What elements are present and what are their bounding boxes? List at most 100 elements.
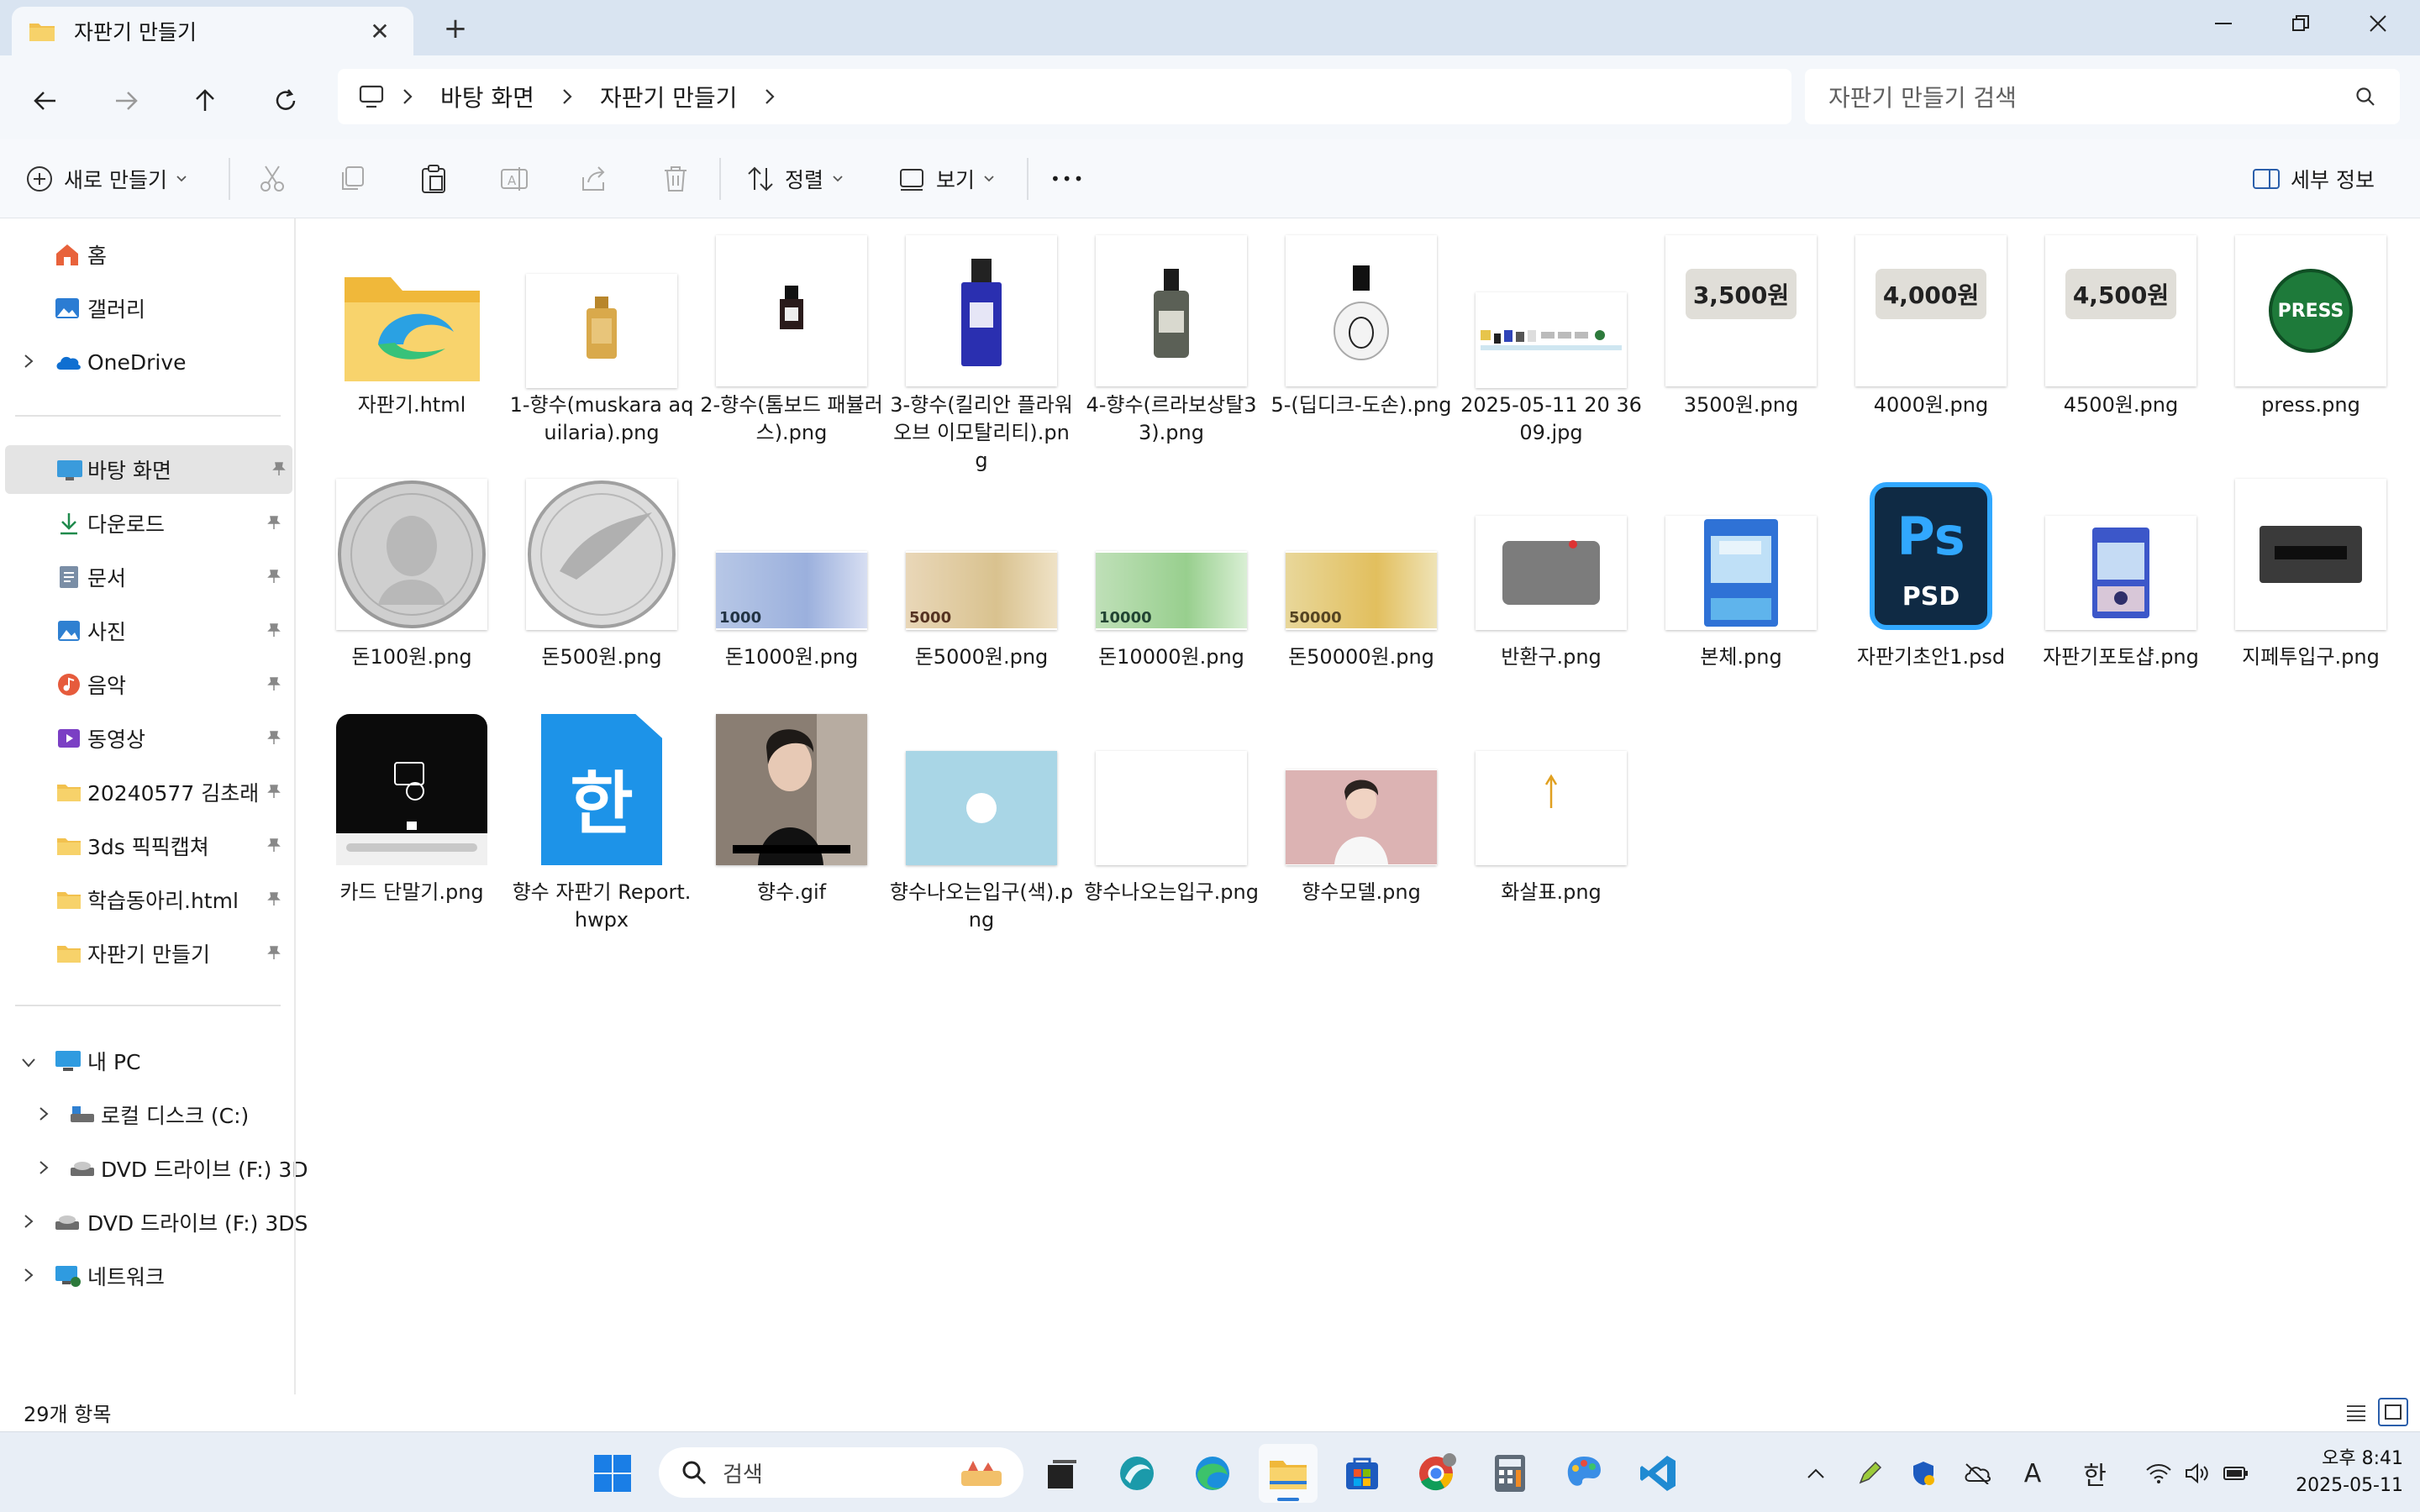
copilot-app[interactable]	[1107, 1444, 1166, 1503]
taskbar-clock[interactable]: 오후 8:41 2025-05-11	[2269, 1446, 2403, 1499]
tray-pen-icon[interactable]	[1852, 1456, 1887, 1491]
file-item[interactable]: 4-향수(르라보상탈33).png	[1079, 227, 1264, 454]
sidebar-item-dvd-3d[interactable]: DVD 드라이브 (F:) 3D	[0, 1144, 308, 1193]
file-item[interactable]: 화살표.png	[1459, 714, 1644, 941]
file-item[interactable]: PRESS press.png	[2218, 227, 2403, 454]
vscode-app[interactable]	[1628, 1444, 1687, 1503]
file-item[interactable]: 2-향수(톰보드 패뷸러스).png	[699, 227, 884, 454]
up-button[interactable]	[183, 79, 227, 123]
task-view-button[interactable]	[1030, 1444, 1089, 1503]
chevron-right-icon[interactable]	[23, 1213, 34, 1230]
file-item[interactable]: 반환구.png	[1459, 479, 1644, 706]
chrome-app[interactable]	[1407, 1444, 1465, 1503]
sidebar-item-gallery[interactable]: 갤러리	[0, 284, 296, 333]
tray-wifi-icon[interactable]	[2141, 1456, 2176, 1491]
sidebar-item-folder-kimchorae[interactable]: 20240577 김초래	[0, 768, 296, 816]
pane-splitter[interactable]	[294, 218, 296, 1428]
tray-volume-icon[interactable]	[2180, 1456, 2215, 1491]
new-button[interactable]: 새로 만들기	[25, 158, 187, 200]
new-tab-button[interactable]: +	[439, 12, 472, 45]
file-item[interactable]: 5-(딥디크-도손).png	[1269, 227, 1454, 454]
chevron-down-icon[interactable]	[20, 1057, 37, 1068]
search-input[interactable]: 자판기 만들기 검색	[1805, 69, 2400, 124]
file-item[interactable]: 돈100원.png	[319, 479, 504, 706]
forward-button[interactable]	[104, 79, 148, 123]
back-button[interactable]	[24, 79, 67, 123]
file-item[interactable]: 4,500원 4500원.png	[2028, 227, 2213, 454]
rename-button[interactable]: A	[499, 158, 529, 200]
minimize-button[interactable]	[2185, 0, 2262, 47]
file-item[interactable]: 1000 돈1000원.png	[699, 479, 884, 706]
store-app[interactable]	[1333, 1444, 1392, 1503]
file-item[interactable]: 3-향수(킬리안 플라워 오브 이모탈리티).png	[889, 227, 1074, 472]
details-pane-button[interactable]: 세부 정보	[2252, 158, 2383, 200]
chevron-right-icon[interactable]	[23, 1267, 34, 1284]
tray-security-icon[interactable]	[1906, 1456, 1941, 1491]
sidebar-item-dvd-3ds[interactable]: DVD 드라이브 (F:) 3DS	[0, 1198, 308, 1247]
sidebar-item-music[interactable]: 음악	[0, 660, 296, 709]
chevron-right-icon[interactable]	[23, 353, 34, 370]
file-item[interactable]: 2025-05-11 20 36 09.jpg	[1459, 227, 1644, 454]
ime-mode-a[interactable]: A	[2015, 1456, 2050, 1491]
refresh-button[interactable]	[264, 79, 308, 123]
sort-button[interactable]: 정렬	[746, 158, 844, 200]
show-hidden-icons-button[interactable]	[1798, 1456, 1833, 1491]
sidebar-item-folder-vending[interactable]: 자판기 만들기	[0, 929, 296, 978]
file-item[interactable]: 4,000원 4000원.png	[1839, 227, 2023, 454]
file-item[interactable]: 자판기포토샵.png	[2028, 479, 2213, 706]
file-item[interactable]: 3,500원 3500원.png	[1649, 227, 1833, 454]
sidebar-item-desktop[interactable]: 바탕 화면	[5, 445, 292, 494]
file-item[interactable]: 5000 돈5000원.png	[889, 479, 1074, 706]
file-item[interactable]: 지페투입구.png	[2218, 479, 2403, 706]
chevron-right-icon[interactable]	[38, 1105, 50, 1122]
details-view-button[interactable]	[2341, 1398, 2371, 1426]
file-item[interactable]: 1-향수(muskara aquilaria).png	[509, 227, 694, 454]
sidebar-item-pictures[interactable]: 사진	[0, 606, 296, 655]
sidebar-item-downloads[interactable]: 다운로드	[0, 499, 296, 548]
file-item[interactable]: 50000 돈50000원.png	[1269, 479, 1454, 706]
file-item[interactable]: 향수모델.png	[1269, 714, 1454, 941]
file-item[interactable]: 10000 돈10000원.png	[1079, 479, 1264, 706]
restore-button[interactable]	[2262, 0, 2339, 47]
file-item[interactable]: 향수.gif	[699, 714, 884, 941]
tab-active[interactable]: 자판기 만들기 ✕	[12, 7, 413, 55]
sidebar-item-network[interactable]: 네트워크	[0, 1252, 296, 1300]
file-item[interactable]: 카드 단말기.png	[319, 714, 504, 941]
sidebar-item-folder-3ds[interactable]: 3ds 픽픽캡쳐	[0, 822, 296, 870]
breadcrumb-current[interactable]: 자판기 만들기	[600, 80, 737, 113]
file-item[interactable]: Ps PSD 자판기초안1.psd	[1839, 479, 2023, 706]
edge-app[interactable]	[1183, 1444, 1242, 1503]
taskbar-search[interactable]: 검색	[659, 1447, 1023, 1498]
paint-app[interactable]	[1555, 1444, 1613, 1503]
start-button[interactable]	[583, 1444, 642, 1503]
ime-mode-han[interactable]: 한	[2077, 1456, 2112, 1491]
view-button[interactable]: 보기	[897, 158, 995, 200]
calculator-app[interactable]	[1481, 1444, 1539, 1503]
delete-button[interactable]	[660, 158, 691, 200]
more-options-button[interactable]: •••	[1050, 158, 1085, 200]
sidebar-item-videos[interactable]: 동영상	[0, 714, 296, 763]
file-item[interactable]: 본체.png	[1649, 479, 1833, 706]
sidebar-item-this-pc[interactable]: 내 PC	[0, 1037, 296, 1085]
tab-close-button[interactable]: ✕	[363, 18, 397, 45]
thumbnail-view-button[interactable]	[2378, 1398, 2408, 1426]
file-explorer-app[interactable]	[1259, 1444, 1318, 1503]
chevron-right-icon[interactable]	[38, 1159, 50, 1176]
cut-button[interactable]	[257, 158, 287, 200]
close-window-button[interactable]	[2339, 0, 2417, 47]
sidebar-item-documents[interactable]: 문서	[0, 553, 296, 601]
breadcrumb-desktop[interactable]: 바탕 화면	[440, 80, 534, 113]
share-button[interactable]	[580, 158, 610, 200]
paste-button[interactable]	[418, 158, 449, 200]
sidebar-item-home[interactable]: 홈	[0, 230, 296, 279]
file-item[interactable]: 자판기.html	[319, 227, 504, 454]
sidebar-item-folder-study[interactable]: 학습동아리.html	[0, 875, 296, 924]
sidebar-item-onedrive[interactable]: OneDrive	[0, 338, 296, 386]
file-item[interactable]: 향수나오는입구(색).png	[889, 714, 1074, 941]
address-bar[interactable]: 바탕 화면 자판기 만들기	[338, 69, 1791, 124]
file-item[interactable]: 한 향수 자판기 Report.hwpx	[509, 714, 694, 941]
tray-battery-icon[interactable]	[2218, 1456, 2254, 1491]
file-item[interactable]: 향수나오는입구.png	[1079, 714, 1264, 941]
chevron-right-icon[interactable]	[764, 87, 776, 106]
copy-button[interactable]	[338, 158, 368, 200]
